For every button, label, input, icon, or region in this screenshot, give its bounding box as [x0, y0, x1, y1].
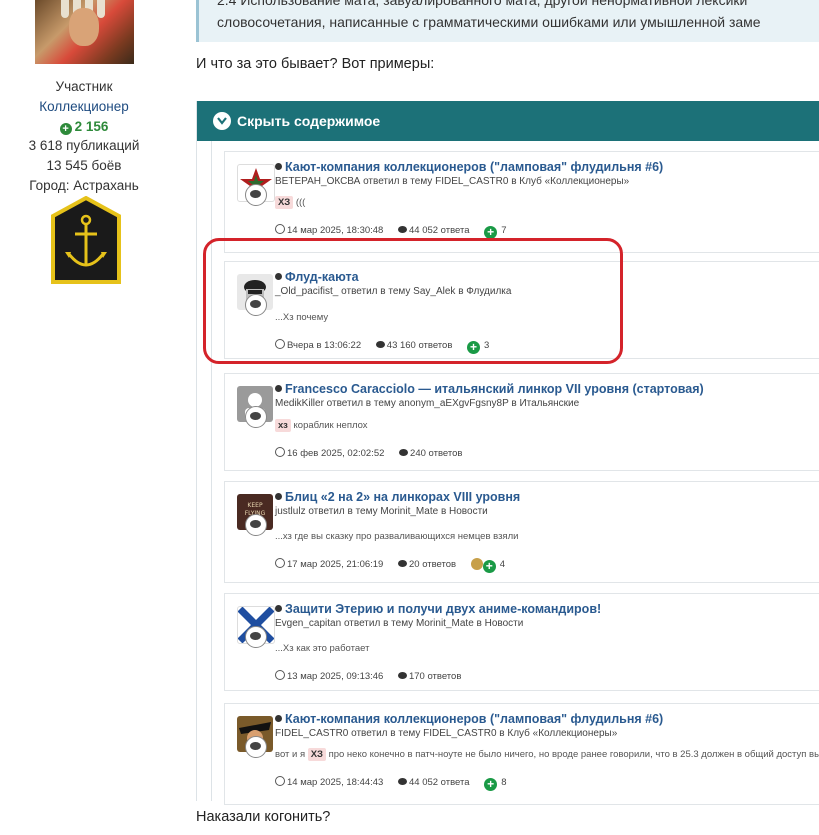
- reply-info: Evgen_capitan ответил в тему Morinit_Mat…: [275, 618, 524, 629]
- spoiler-toggle[interactable]: Скрыть содержимое: [197, 101, 819, 141]
- topic-title-link[interactable]: Francesco Caracciolo — итальянский линко…: [275, 382, 704, 396]
- reply-meta: 16 фев 2025, 02:02:52 240 ответов: [275, 447, 474, 459]
- speech-bubble-icon: [245, 514, 267, 536]
- speech-bubble-icon: [397, 672, 407, 679]
- list-item: Защити Этерию и получи двух аниме-команд…: [224, 593, 819, 691]
- quote-line: словосочетания, написанные с грамматичес…: [217, 14, 761, 30]
- spoiler-block: Скрыть содержимое Кают-компания коллекци…: [196, 101, 819, 805]
- clock-icon: [275, 558, 285, 568]
- chevron-down-icon: [213, 112, 231, 130]
- rules-quote: 2.4 Использование мата, завуалированного…: [196, 0, 819, 42]
- speech-bubble-icon: [399, 449, 409, 456]
- reply-meta: 17 мар 2025, 21:06:19 20 ответов +4: [275, 558, 517, 573]
- topic-title-link[interactable]: Блиц «2 на 2» на линкорах VIII уровня: [275, 490, 520, 504]
- topic-title-link[interactable]: Защити Этерию и получи двух аниме-команд…: [275, 602, 601, 616]
- anchor-badge-icon: [51, 196, 121, 284]
- speech-bubble-icon: [397, 560, 407, 567]
- user-avatar[interactable]: [35, 0, 134, 64]
- spoiler-label: Скрыть содержимое: [237, 113, 381, 129]
- plus-reaction-icon[interactable]: +: [484, 778, 498, 791]
- post-text-before: И что за это бывает? Вот примеры:: [196, 56, 435, 72]
- user-posts-count: 3 618 публикаций: [28, 138, 140, 153]
- speech-bubble-icon: [245, 626, 267, 648]
- reply-snippet: ...Хз как это работает: [275, 643, 370, 654]
- user-reputation: +2 156: [0, 119, 168, 135]
- reply-snippet: вот и я ХЗ про неко конечно в патч-ноуте…: [275, 748, 819, 761]
- reactor-avatar[interactable]: [470, 558, 483, 570]
- list-item: Кают-компания коллекционеров ("ламповая"…: [224, 703, 819, 805]
- reply-meta: 14 мар 2025, 18:30:48 44 052 ответа +7: [275, 224, 518, 239]
- speech-bubble-icon: [245, 736, 267, 758]
- clock-icon: [275, 776, 285, 786]
- list-item: Francesco Caracciolo — итальянский линко…: [224, 373, 819, 471]
- reply-snippet: ...хз где вы сказку про разваливающихся …: [275, 531, 519, 542]
- reply-info: justlulz ответил в тему Morinit_Mate в Н…: [275, 506, 488, 517]
- reply-snippet: ХЗ (((: [275, 196, 305, 209]
- reply-meta: 13 мар 2025, 09:13:46 170 ответов: [275, 670, 473, 682]
- clock-icon: [275, 447, 285, 457]
- reply-meta: 14 мар 2025, 18:44:43 44 052 ответа +8: [275, 776, 518, 791]
- user-battles-count: 13 545 боёв: [46, 158, 122, 173]
- list-item: KEEPFLYING Блиц «2 на 2» на линкорах VII…: [224, 481, 819, 583]
- reply-info: ВЕТЕРАН_ОКСВА ответил в тему FIDEL_CASTR…: [275, 176, 630, 187]
- highlight-annotation: [203, 238, 623, 364]
- speech-bubble-icon: [397, 778, 407, 785]
- user-city: Город: Астрахань: [29, 178, 139, 193]
- clock-icon: [275, 670, 285, 680]
- speech-bubble-icon: [245, 406, 267, 428]
- speech-bubble-icon: [397, 226, 407, 233]
- speech-bubble-icon: [245, 184, 267, 206]
- user-rank: Участник: [55, 79, 113, 94]
- quote-line-cut: 2.4 Использование мата, завуалированного…: [217, 0, 748, 8]
- clock-icon: [275, 224, 285, 234]
- topic-title-link[interactable]: Кают-компания коллекционеров ("ламповая"…: [275, 712, 663, 726]
- reply-info: MedikKiller ответил в тему anonym_aEXgvF…: [275, 398, 580, 409]
- plus-circle-icon: +: [59, 123, 72, 135]
- plus-reaction-icon[interactable]: +: [482, 560, 496, 573]
- topic-title-link[interactable]: Кают-компания коллекционеров ("ламповая"…: [275, 160, 663, 174]
- svg-text:KEEP: KEEP: [247, 502, 263, 509]
- reply-info: FIDEL_CASTR0 ответил в тему FIDEL_CASTR0…: [275, 728, 618, 739]
- reply-snippet: хз кораблик неплох: [275, 419, 368, 432]
- user-group: Коллекционер: [39, 99, 129, 114]
- post-text-after: Наказали когонить?: [196, 809, 331, 825]
